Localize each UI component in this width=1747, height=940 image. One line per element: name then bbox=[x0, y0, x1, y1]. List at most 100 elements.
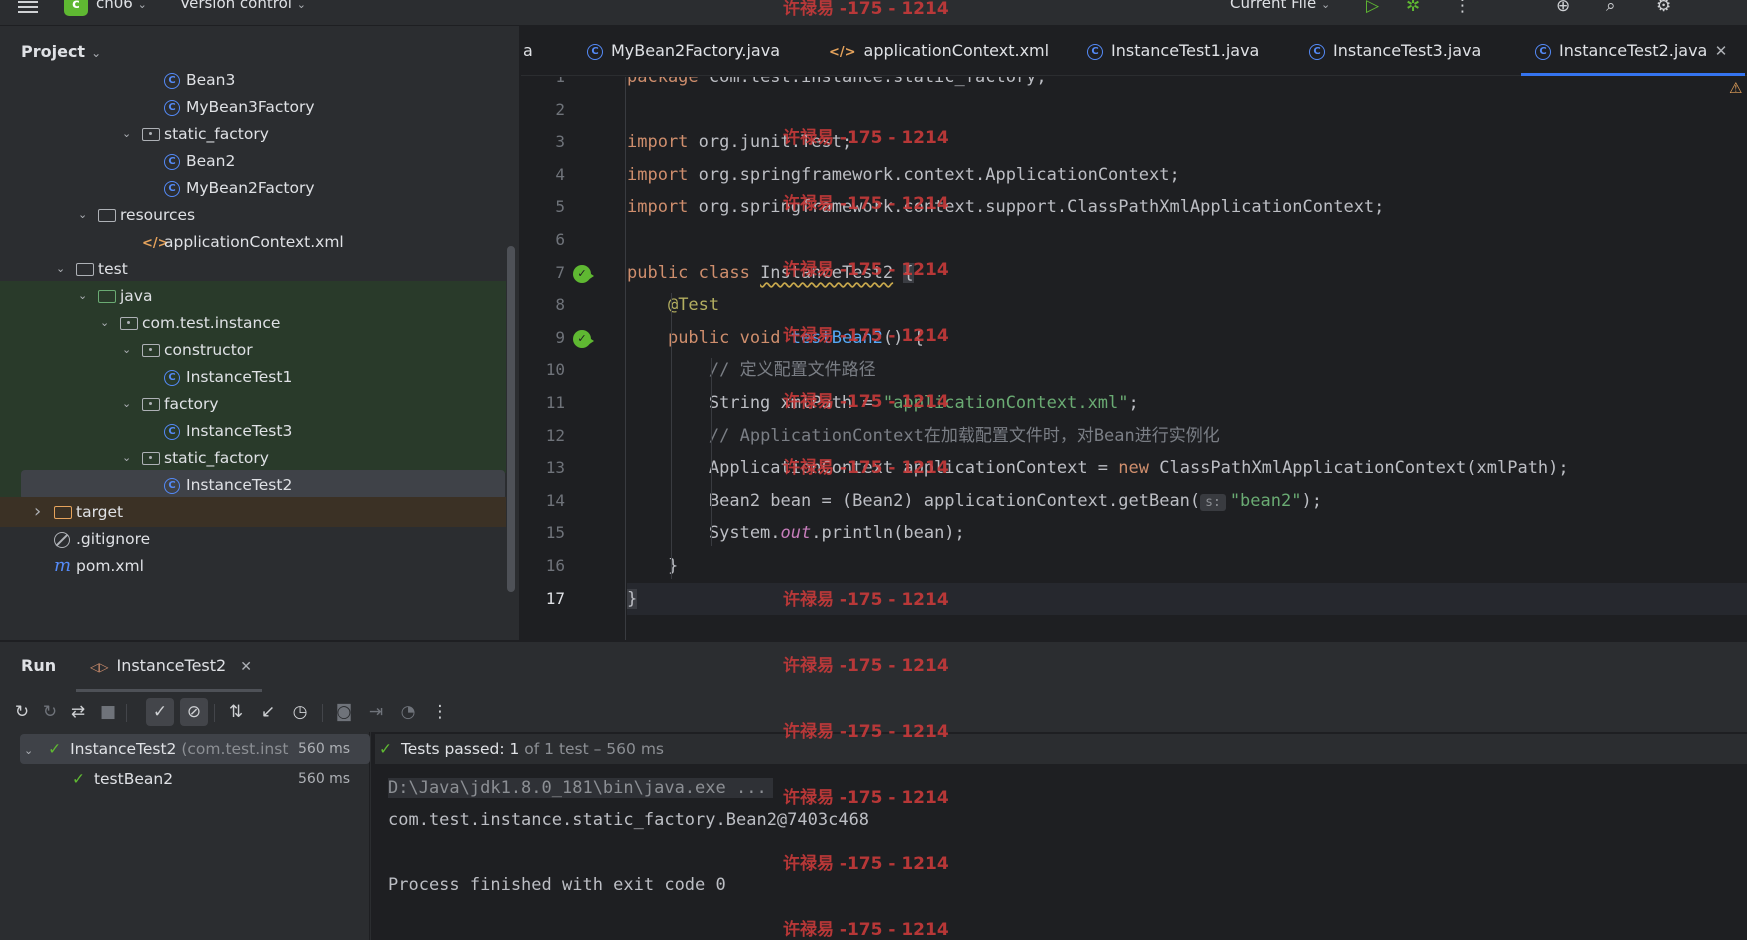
project-scrollbar[interactable] bbox=[507, 246, 515, 592]
rerun-failed-icon[interactable]: ↻ bbox=[36, 698, 64, 726]
tree-item[interactable]: C InstanceTest3 bbox=[0, 416, 506, 446]
editor-tab[interactable]: C InstanceTest3.java bbox=[1309, 26, 1481, 76]
main-menu-icon[interactable] bbox=[18, 0, 38, 13]
close-tab-icon[interactable]: ✕ bbox=[240, 659, 252, 675]
close-tab-icon[interactable]: ✕ bbox=[1715, 26, 1728, 76]
run-configuration-select[interactable]: Current File ⌄ bbox=[1230, 0, 1330, 12]
show-ignored-icon[interactable]: ⊘ bbox=[180, 698, 208, 726]
chevron-down-icon[interactable]: ⌄ bbox=[122, 389, 131, 419]
console-command-line[interactable]: D:\Java\jdk1.8.0_181\bin\java.exe ... bbox=[388, 778, 773, 798]
version-control-menu[interactable]: Version control ⌄ bbox=[180, 0, 306, 12]
code-line: public class InstanceTest2 { bbox=[627, 257, 1747, 289]
run-icon[interactable]: ▷ bbox=[1366, 0, 1379, 16]
search-icon[interactable]: ⌕ bbox=[1606, 0, 1616, 16]
project-panel-header[interactable]: Project ⌄ bbox=[21, 42, 101, 61]
tree-item[interactable]: ⌄ java bbox=[0, 281, 506, 311]
tree-item[interactable]: ⌄ constructor bbox=[0, 335, 506, 365]
toolbar-separator bbox=[214, 704, 215, 722]
test-method-row[interactable]: ✓ testBean2 bbox=[72, 764, 173, 794]
project-badge[interactable]: c bbox=[64, 0, 88, 16]
tree-item[interactable]: ⌄ resources bbox=[0, 200, 506, 230]
coverage-icon[interactable]: ◔ bbox=[394, 698, 422, 726]
tree-item[interactable]: C Bean3 bbox=[0, 65, 506, 95]
code-line: ApplicationContext applicationContext = … bbox=[627, 452, 1747, 484]
code-token: ApplicationContext applicationContext = bbox=[627, 458, 1119, 479]
settings-gear-icon[interactable]: ⚙ bbox=[1656, 0, 1671, 16]
chevron-down-icon[interactable]: ⌄ bbox=[78, 281, 87, 311]
editor-tab[interactable]: a bbox=[523, 26, 533, 76]
more-options-icon[interactable]: ⋮ bbox=[426, 698, 454, 726]
toggle-auto-test-icon[interactable]: ⇄ bbox=[64, 698, 92, 726]
camera-icon[interactable]: ◙ bbox=[330, 698, 358, 726]
code-token: com.test.instance.static_factory; bbox=[708, 77, 1047, 87]
history-icon[interactable]: ◷ bbox=[286, 698, 314, 726]
console-output-line: com.test.instance.static_factory.Bean2@7… bbox=[388, 810, 870, 830]
rerun-icon[interactable]: ↻ bbox=[8, 698, 36, 726]
tree-item[interactable]: › target bbox=[0, 497, 506, 527]
toolbar-separator bbox=[322, 704, 323, 722]
code-token: { bbox=[903, 262, 914, 283]
editor-tab[interactable]: C InstanceTest2.java ✕ bbox=[1520, 26, 1746, 76]
project-switcher[interactable]: ch06 ⌄ bbox=[96, 0, 147, 12]
code-line: Bean2 bean = (Bean2) applicationContext.… bbox=[627, 485, 1747, 517]
code-line: String xmlPath = "applicationContext.xml… bbox=[627, 387, 1747, 419]
tree-item[interactable]: .gitignore bbox=[0, 524, 506, 554]
class-icon: C bbox=[164, 180, 180, 197]
tree-item[interactable]: ⌄ test bbox=[0, 254, 506, 284]
tree-item-icon-wrap: C bbox=[164, 173, 180, 203]
tree-item-icon-wrap bbox=[98, 200, 116, 230]
tree-item-icon-wrap bbox=[54, 524, 70, 554]
collapse-all-icon[interactable]: ↙ bbox=[254, 698, 282, 726]
tree-item[interactable]: C Bean2 bbox=[0, 146, 506, 176]
chevron-down-icon[interactable]: ⌄ bbox=[78, 200, 87, 230]
run-test-icon[interactable]: ✓ bbox=[573, 329, 595, 352]
show-passed-icon[interactable]: ✓ bbox=[146, 698, 174, 726]
tree-item-icon-wrap: C bbox=[164, 65, 180, 95]
tree-item[interactable]: ⌄ com.test.instance bbox=[0, 308, 506, 338]
tree-item-icon-wrap: C bbox=[164, 362, 180, 392]
tree-item[interactable]: C InstanceTest2 bbox=[0, 470, 506, 500]
tree-item-label: static_factory bbox=[164, 125, 269, 143]
line-number: 17 bbox=[545, 588, 565, 608]
editor-tab[interactable]: C MyBean2Factory.java bbox=[587, 26, 780, 76]
chevron-down-icon: ⌄ bbox=[91, 46, 102, 60]
editor-tab[interactable]: </> applicationContext.xml bbox=[829, 26, 1049, 76]
chevron-down-icon[interactable]: ⌄ bbox=[122, 335, 131, 365]
code-line: import org.junit.Test; bbox=[627, 126, 1747, 158]
line-number: 10 bbox=[545, 360, 565, 380]
run-test-icon[interactable]: ✓ bbox=[573, 264, 595, 287]
debug-icon[interactable]: ✲ bbox=[1406, 0, 1420, 16]
tree-item-label: java bbox=[120, 287, 153, 305]
code-token: ClassPathXmlApplicationContext(xmlPath); bbox=[1159, 458, 1569, 479]
stop-icon[interactable]: ■ bbox=[94, 698, 122, 726]
chevron-down-icon[interactable]: ⌄ bbox=[122, 443, 131, 473]
editor-tab[interactable]: C InstanceTest1.java bbox=[1087, 26, 1259, 76]
tree-item[interactable]: C MyBean3Factory bbox=[0, 92, 506, 122]
code-token: // 定义配置文件路径 bbox=[708, 360, 876, 381]
console-output[interactable]: ✓ Tests passed: 1 of 1 test – 560 ms D:\… bbox=[371, 732, 1747, 940]
export-icon[interactable]: ⇥ bbox=[362, 698, 390, 726]
warning-icon[interactable]: ⚠ bbox=[1729, 79, 1742, 97]
more-actions-icon[interactable]: ⋮ bbox=[1454, 0, 1471, 16]
add-user-icon[interactable]: ⊕ bbox=[1556, 0, 1570, 16]
code-editor[interactable]: 1234567✓89✓1011121314151617 package com.… bbox=[521, 77, 1747, 640]
test-suite-row[interactable]: ⌄ ✓ InstanceTest2 (com.test.inst bbox=[24, 734, 288, 764]
tab-label: InstanceTest1.java bbox=[1111, 41, 1260, 60]
sort-icon[interactable]: ⇅ bbox=[222, 698, 250, 726]
tree-item[interactable]: C InstanceTest1 bbox=[0, 362, 506, 392]
tree-item[interactable]: m pom.xml bbox=[0, 551, 506, 581]
run-tab-instancetest2[interactable]: ◁▷ InstanceTest2 ✕ bbox=[90, 656, 252, 675]
chevron-right-icon[interactable]: › bbox=[34, 497, 41, 527]
tree-item[interactable]: C MyBean2Factory bbox=[0, 173, 506, 203]
indent-guide bbox=[711, 358, 712, 546]
chevron-down-icon[interactable]: ⌄ bbox=[100, 308, 109, 338]
chevron-down-icon[interactable]: ⌄ bbox=[56, 254, 65, 284]
tree-item[interactable]: ⌄ static_factory bbox=[0, 443, 506, 473]
tree-item[interactable]: ⌄ static_factory bbox=[0, 119, 506, 149]
tree-item-icon-wrap bbox=[120, 308, 138, 338]
run-panel-title: Run bbox=[21, 656, 57, 675]
tree-item[interactable]: </> applicationContext.xml bbox=[0, 227, 506, 257]
tree-item[interactable]: ⌄ factory bbox=[0, 389, 506, 419]
code-area[interactable]: package com.test.instance.static_factory… bbox=[627, 77, 1747, 640]
chevron-down-icon[interactable]: ⌄ bbox=[122, 119, 131, 149]
